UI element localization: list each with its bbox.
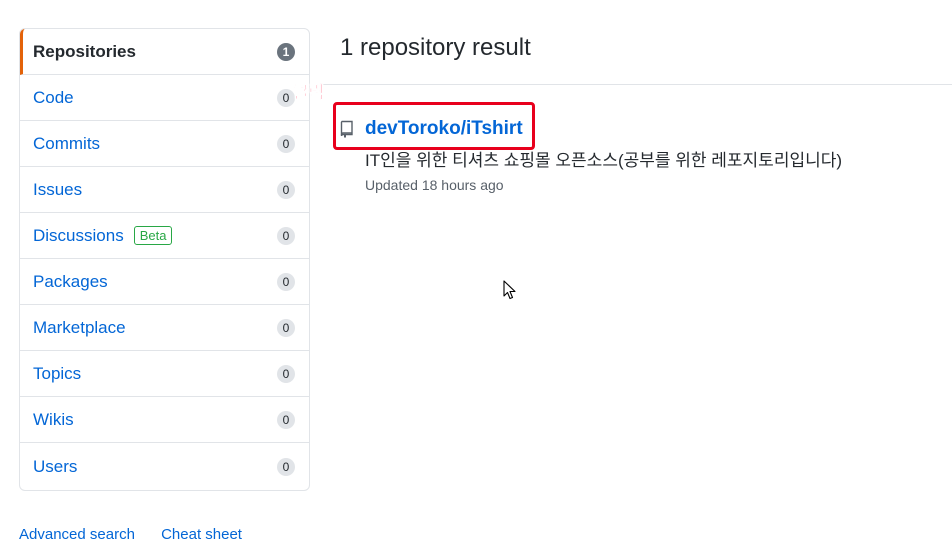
result-count-badge: 1 <box>277 42 295 61</box>
sidebar-item-marketplace[interactable]: Marketplace 0 <box>20 305 309 351</box>
sidebar-item-repositories[interactable]: Repositories 1 <box>20 29 309 75</box>
beta-badge: Beta <box>133 226 173 245</box>
sidebar-item-label: Topics <box>33 363 82 383</box>
repo-result-link[interactable]: devToroko/iTshirt <box>365 118 523 140</box>
sidebar-item-wikis[interactable]: Wikis 0 <box>20 397 309 443</box>
sidebar-item-commits[interactable]: Commits 0 <box>20 121 309 167</box>
result-count-badge: 0 <box>277 318 295 337</box>
sidebar-item-label: Wikis <box>33 409 74 429</box>
sidebar-item-packages[interactable]: Packages 0 <box>20 259 309 305</box>
sidebar-item-label: Discussions <box>33 225 124 245</box>
result-count-badge: 0 <box>277 226 295 245</box>
repo-icon <box>340 120 353 138</box>
click-annotation-label: 클릭 <box>293 83 325 103</box>
sidebar-item-discussions[interactable]: Discussions Beta 0 <box>20 213 309 259</box>
footer-links: Advanced search Cheat sheet <box>19 526 264 543</box>
result-count-badge: 0 <box>277 364 295 383</box>
sidebar-item-code[interactable]: Code 0 <box>20 75 309 121</box>
search-type-sidebar: Repositories 1 Code 0 Commits 0 Issues 0… <box>19 28 310 491</box>
sidebar-item-label: Code <box>33 87 74 107</box>
divider <box>322 84 952 85</box>
sidebar-item-label: Packages <box>33 271 108 291</box>
sidebar-item-label: Users <box>33 456 78 476</box>
sidebar-item-issues[interactable]: Issues 0 <box>20 167 309 213</box>
sidebar-item-label: Repositories <box>33 41 136 61</box>
sidebar-item-topics[interactable]: Topics 0 <box>20 351 309 397</box>
sidebar-item-label: Issues <box>33 179 83 199</box>
repo-result-header: devToroko/iTshirt <box>339 118 523 140</box>
repo-description: IT인을 위한 티셔츠 쇼핑몰 오픈소스(공부를 위한 레포지토리입니다) <box>365 151 843 170</box>
result-count-badge: 0 <box>277 410 295 429</box>
advanced-search-link[interactable]: Advanced search <box>19 526 135 543</box>
result-count-badge: 0 <box>277 180 295 199</box>
result-count-badge: 0 <box>277 272 295 291</box>
cheat-sheet-link[interactable]: Cheat sheet <box>161 526 242 543</box>
sidebar-item-label: Commits <box>33 133 101 153</box>
mouse-cursor-icon <box>503 280 516 300</box>
sidebar-item-label: Marketplace <box>33 317 126 337</box>
repo-updated-time: Updated 18 hours ago <box>365 177 504 193</box>
result-count-badge: 0 <box>277 134 295 153</box>
result-count-badge: 0 <box>277 457 295 476</box>
sidebar-item-users[interactable]: Users 0 <box>20 443 309 490</box>
results-heading: 1 repository result <box>340 34 531 61</box>
